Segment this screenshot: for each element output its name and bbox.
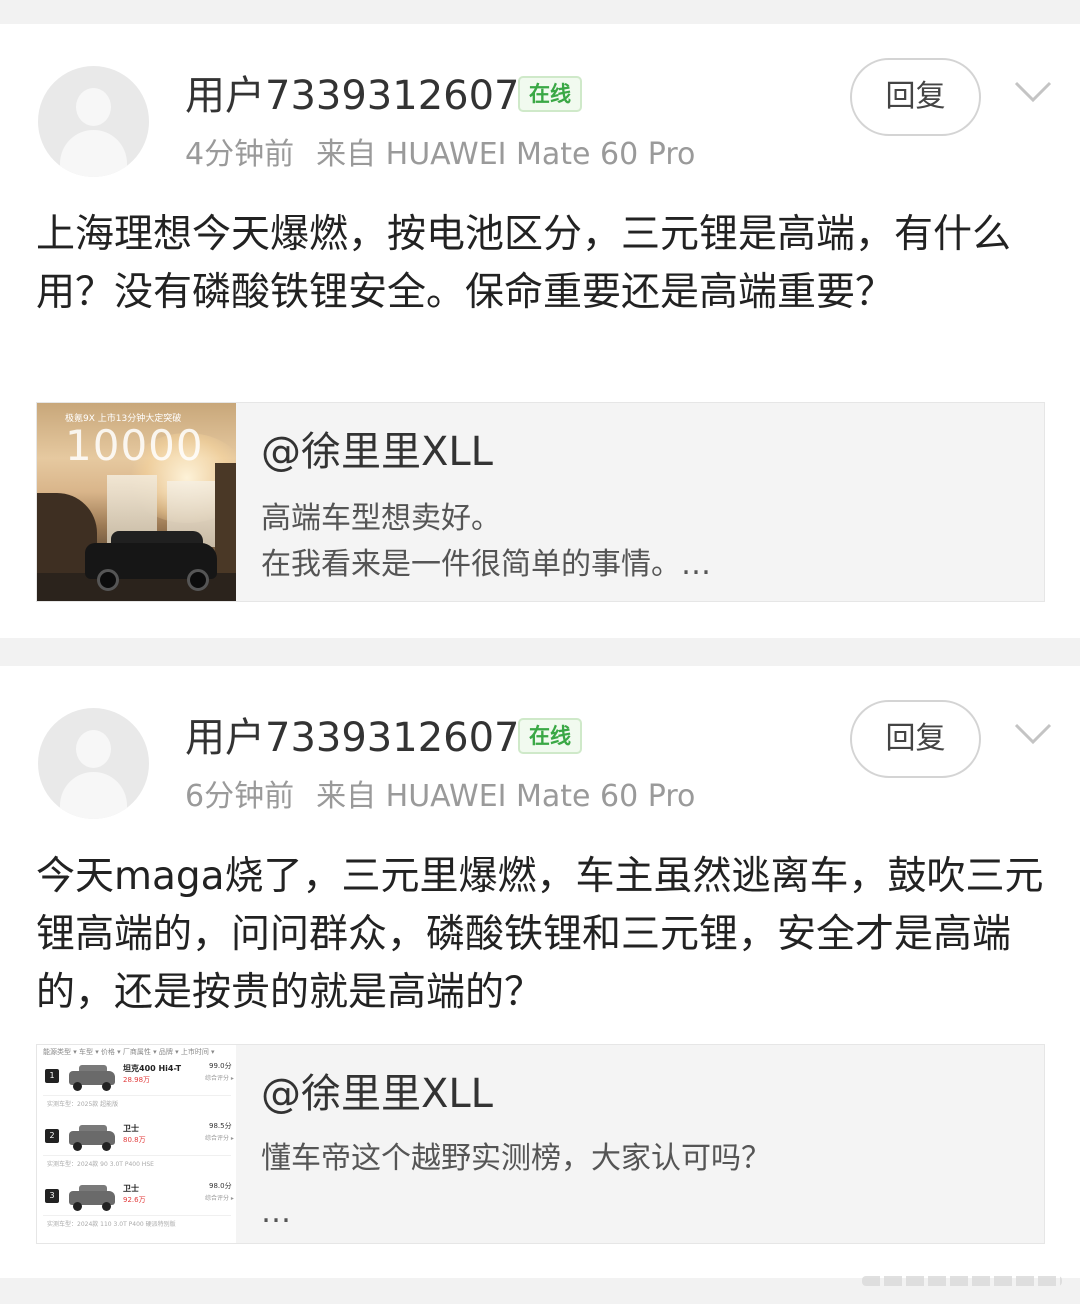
rank-badge: 2 — [45, 1129, 59, 1143]
username[interactable]: 用户7339312607 — [185, 70, 520, 122]
ranking-row: 3 卫士 92.6万 98.0分 综合评分 ▸ 实测车型：2024款 110 3… — [37, 1177, 236, 1237]
rank-car-price: 80.8万 — [123, 1136, 146, 1144]
comment-card: 用户7339312607 在线 6分钟前 来自 HUAWEI Mate 60 Pr… — [0, 666, 1080, 1278]
online-badge: 在线 — [518, 76, 582, 112]
quoted-text-line: 高端车型想卖好。 — [261, 501, 501, 536]
quoted-author[interactable]: @徐里里XLL — [261, 427, 493, 477]
comment-meta: 6分钟前 来自 HUAWEI Mate 60 Pro — [185, 777, 695, 817]
rank-score: 98.0分 — [209, 1182, 232, 1190]
thumbnail-wheel-shape — [187, 569, 209, 591]
thumbnail-filter-bar: 能源类型 ▾ 车型 ▾ 价格 ▾ 厂商属性 ▾ 品牌 ▾ 上市时间 ▾ — [43, 1048, 215, 1056]
rank-tested-model: 实测车型：2025款 超能版 — [47, 1101, 119, 1108]
rank-score-label: 综合评分 ▸ — [205, 1195, 234, 1202]
car-thumbnail — [67, 1063, 117, 1091]
rank-car-name: 坦克400 Hi4-T — [123, 1064, 182, 1073]
rank-score: 99.0分 — [209, 1062, 232, 1070]
avatar-body-shape — [60, 772, 127, 819]
rank-tested-model: 实测车型：2024款 90 3.0T P400 HSE — [47, 1161, 154, 1168]
rank-car-name: 卫士 — [123, 1184, 139, 1193]
ranking-row: 1 坦克400 Hi4-T 28.98万 99.0分 综合评分 ▸ 实测车型：2… — [37, 1057, 236, 1117]
reply-button[interactable]: 回复 — [850, 58, 981, 136]
rank-badge: 3 — [45, 1189, 59, 1203]
thumbnail-headline: 10000 — [65, 421, 204, 470]
quoted-text-line: 懂车帝这个越野实测榜，大家认可吗？ — [261, 1141, 771, 1176]
rank-badge: 1 — [45, 1069, 59, 1083]
avatar[interactable] — [38, 66, 149, 177]
chevron-down-icon[interactable] — [1014, 722, 1052, 746]
divider — [43, 1095, 231, 1096]
avatar-head-shape — [76, 88, 111, 126]
divider — [43, 1155, 231, 1156]
divider — [43, 1215, 231, 1216]
reply-button[interactable]: 回复 — [850, 700, 981, 778]
ranking-row: 2 卫士 80.8万 98.5分 综合评分 ▸ 实测车型：2024款 90 3.… — [37, 1117, 236, 1177]
comment-time: 4分钟前 — [185, 137, 295, 172]
online-badge: 在线 — [518, 718, 582, 754]
thumbnail-wheel-shape — [97, 569, 119, 591]
quoted-post-thumbnail: 极氪9X 上市13分钟大定突破 10000 — [37, 403, 236, 601]
comment-source: 来自 HUAWEI Mate 60 Pro — [316, 137, 696, 172]
rank-score-label: 综合评分 ▸ — [205, 1075, 234, 1082]
car-thumbnail — [67, 1123, 117, 1151]
quoted-post-thumbnail: 能源类型 ▾ 车型 ▾ 价格 ▾ 厂商属性 ▾ 品牌 ▾ 上市时间 ▾ 1 坦克… — [37, 1045, 236, 1243]
avatar-head-shape — [76, 730, 111, 768]
rank-score-label: 综合评分 ▸ — [205, 1135, 234, 1142]
quoted-text-line: 在我看来是一件很简单的事情。… — [261, 547, 711, 582]
rank-car-name: 卫士 — [123, 1124, 139, 1133]
comment-card: 用户7339312607 在线 4分钟前 来自 HUAWEI Mate 60 Pr… — [0, 24, 1080, 638]
comment-time: 6分钟前 — [185, 779, 295, 814]
quoted-text-line: … — [261, 1195, 291, 1230]
avatar-body-shape — [60, 130, 127, 177]
car-thumbnail — [67, 1183, 117, 1211]
comment-meta: 4分钟前 来自 HUAWEI Mate 60 Pro — [185, 135, 695, 175]
comment-content: 上海理想今天爆燃，按电池区分，三元锂是高端，有什么用？没有磷酸铁锂安全。保命重要… — [36, 212, 1012, 315]
quoted-post[interactable]: 能源类型 ▾ 车型 ▾ 价格 ▾ 厂商属性 ▾ 品牌 ▾ 上市时间 ▾ 1 坦克… — [36, 1044, 1045, 1244]
comment-content: 今天maga烧了，三元里爆燃，车主虽然逃离车，鼓吹三元锂高端的，问问群众，磷酸铁… — [36, 854, 1044, 1015]
quoted-author[interactable]: @徐里里XLL — [261, 1069, 493, 1119]
rank-tested-model: 实测车型：2024款 110 3.0T P400 硬派特别版 — [47, 1221, 176, 1228]
username[interactable]: 用户7339312607 — [185, 712, 520, 764]
rank-car-price: 28.98万 — [123, 1076, 151, 1084]
quoted-post[interactable]: 极氪9X 上市13分钟大定突破 10000 @徐里里XLL 高端车型想卖好。 在… — [36, 402, 1045, 602]
avatar[interactable] — [38, 708, 149, 819]
rank-car-price: 92.6万 — [123, 1196, 146, 1204]
chevron-down-icon[interactable] — [1014, 80, 1052, 104]
scrollbar[interactable] — [862, 1276, 1062, 1286]
rank-score: 98.5分 — [209, 1122, 232, 1130]
comment-source: 来自 HUAWEI Mate 60 Pro — [316, 779, 696, 814]
